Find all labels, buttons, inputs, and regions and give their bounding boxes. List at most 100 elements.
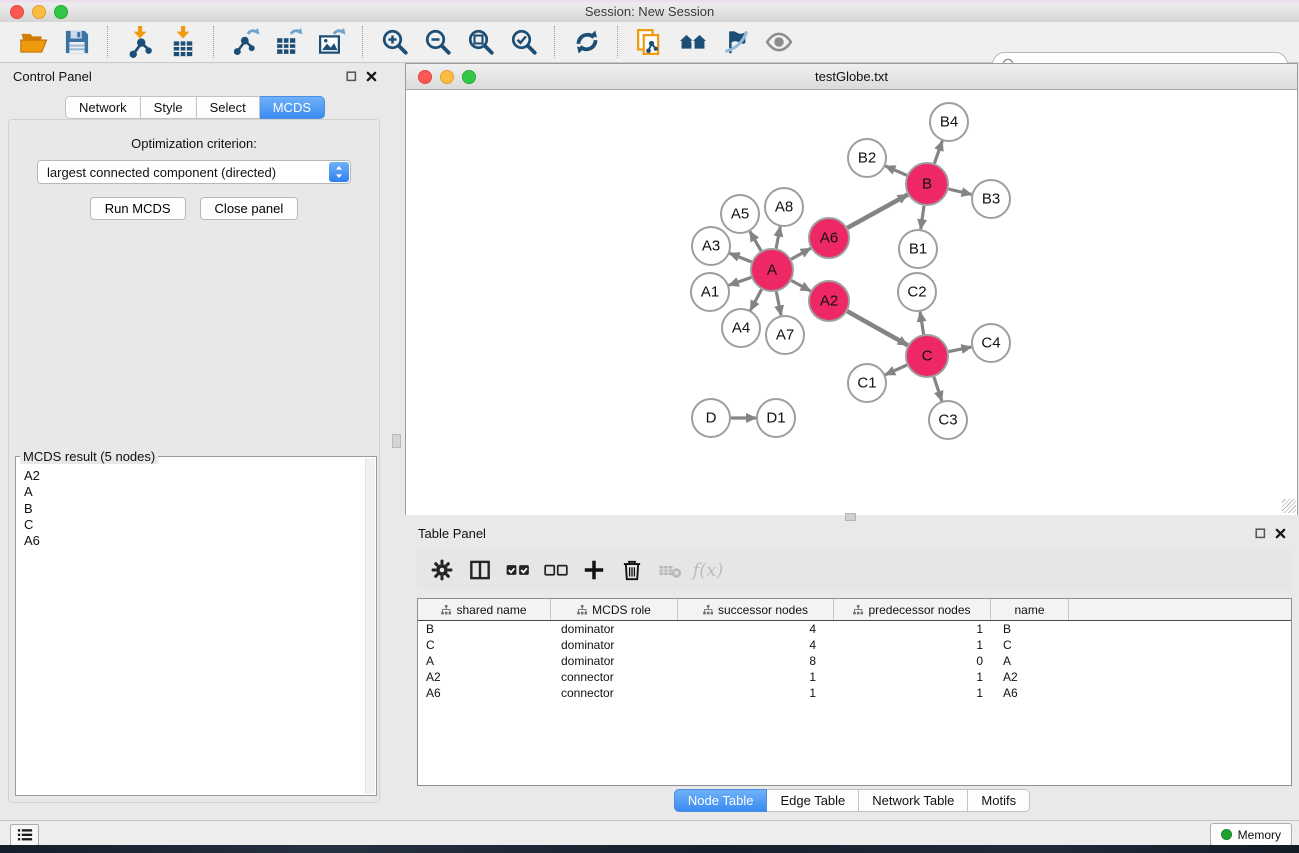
- close-traffic-light[interactable]: [10, 5, 24, 19]
- edge-A-A6[interactable]: [791, 248, 811, 259]
- double-home-icon[interactable]: [671, 24, 714, 60]
- edge-A-A4[interactable]: [750, 289, 761, 310]
- network-window-titlebar[interactable]: testGlobe.txt: [406, 64, 1297, 90]
- vertical-split-handle[interactable]: [392, 434, 401, 448]
- column-header-MCDS-role[interactable]: MCDS role: [551, 599, 678, 620]
- export-network-icon[interactable]: [224, 24, 267, 60]
- column-header-successor-nodes[interactable]: successor nodes: [678, 599, 834, 620]
- graph-node-B3[interactable]: B3: [972, 180, 1010, 218]
- unchecked-boxes-icon[interactable]: [537, 553, 575, 587]
- graph-node-A8[interactable]: A8: [765, 188, 803, 226]
- close-panel-icon[interactable]: [1275, 528, 1286, 539]
- save-disk-icon[interactable]: [55, 24, 98, 60]
- open-folder-icon[interactable]: [12, 24, 55, 60]
- resize-grip[interactable]: [1282, 499, 1296, 513]
- tab-select[interactable]: Select: [197, 96, 260, 119]
- result-list-item[interactable]: A2: [24, 468, 376, 484]
- export-table-icon[interactable]: [267, 24, 310, 60]
- minimize-traffic-light[interactable]: [440, 70, 454, 84]
- eye-icon[interactable]: [757, 24, 800, 60]
- memory-button[interactable]: Memory: [1210, 823, 1292, 846]
- result-list-item[interactable]: C: [24, 517, 376, 533]
- edge-A-A8[interactable]: [776, 227, 780, 249]
- import-table-icon[interactable]: [161, 24, 204, 60]
- copy-network-icon[interactable]: [628, 24, 671, 60]
- graph-node-A5[interactable]: A5: [721, 195, 759, 233]
- run-mcds-button[interactable]: Run MCDS: [90, 197, 186, 220]
- refresh-icon[interactable]: [565, 24, 608, 60]
- edge-A-A2[interactable]: [791, 281, 810, 292]
- graph-node-A3[interactable]: A3: [692, 227, 730, 265]
- graph-node-A6[interactable]: A6: [809, 218, 849, 258]
- edge-A-A7[interactable]: [776, 292, 781, 316]
- graph-node-B4[interactable]: B4: [930, 103, 968, 141]
- zoom-out-icon[interactable]: [416, 24, 459, 60]
- columns-icon[interactable]: [461, 553, 499, 587]
- close-panel-button[interactable]: Close panel: [200, 197, 299, 220]
- checked-boxes-icon[interactable]: [499, 553, 537, 587]
- tab-node-table[interactable]: Node Table: [674, 789, 768, 812]
- edge-B-B1[interactable]: [921, 206, 924, 229]
- export-image-icon[interactable]: [310, 24, 353, 60]
- horizontal-split-handle[interactable]: [845, 513, 856, 521]
- edge-A6-B[interactable]: [847, 195, 907, 228]
- table-row[interactable]: Bdominator41B: [418, 621, 1291, 637]
- edge-B-B2[interactable]: [885, 166, 906, 175]
- import-network-icon[interactable]: [118, 24, 161, 60]
- graph-node-A2[interactable]: A2: [809, 281, 849, 321]
- tab-style[interactable]: Style: [141, 96, 197, 119]
- graph-node-A1[interactable]: A1: [691, 273, 729, 311]
- float-panel-icon[interactable]: [346, 71, 357, 82]
- minimize-traffic-light[interactable]: [32, 5, 46, 19]
- edge-A-A5[interactable]: [750, 231, 761, 251]
- table-row[interactable]: A6connector11A6: [418, 685, 1291, 701]
- edge-A-A3[interactable]: [730, 253, 752, 262]
- edge-C-C3[interactable]: [934, 377, 942, 401]
- table-row[interactable]: Adominator80A: [418, 653, 1291, 669]
- graph-node-A4[interactable]: A4: [722, 309, 760, 347]
- graph-node-A[interactable]: A: [751, 249, 793, 291]
- graph-node-C3[interactable]: C3: [929, 401, 967, 439]
- edge-A2-C[interactable]: [847, 311, 908, 345]
- tab-mcds[interactable]: MCDS: [260, 96, 325, 119]
- edge-B-B3[interactable]: [948, 189, 971, 194]
- table-row[interactable]: Cdominator41C: [418, 637, 1291, 653]
- tab-motifs[interactable]: Motifs: [968, 789, 1030, 812]
- result-list-item[interactable]: A: [24, 484, 376, 500]
- zoom-traffic-light[interactable]: [462, 70, 476, 84]
- edge-C-C4[interactable]: [949, 347, 972, 352]
- edge-C-C2[interactable]: [920, 312, 924, 335]
- graph-node-B[interactable]: B: [906, 163, 948, 205]
- edge-C-C1[interactable]: [885, 365, 907, 375]
- zoom-check-icon[interactable]: [502, 24, 545, 60]
- close-panel-icon[interactable]: [366, 71, 377, 82]
- zoom-in-icon[interactable]: [373, 24, 416, 60]
- zoom-fit-icon[interactable]: [459, 24, 502, 60]
- close-traffic-light[interactable]: [418, 70, 432, 84]
- graph-node-C2[interactable]: C2: [898, 273, 936, 311]
- tab-edge-table[interactable]: Edge Table: [767, 789, 859, 812]
- result-list-item[interactable]: A6: [24, 533, 376, 549]
- result-list-item[interactable]: B: [24, 501, 376, 517]
- tab-network-table[interactable]: Network Table: [859, 789, 968, 812]
- task-history-button[interactable]: [10, 824, 39, 846]
- float-panel-icon[interactable]: [1255, 528, 1266, 539]
- graph-node-C[interactable]: C: [906, 335, 948, 377]
- flag-slash-icon[interactable]: [714, 24, 757, 60]
- graph-node-A7[interactable]: A7: [766, 316, 804, 354]
- criterion-select[interactable]: largest connected component (directed): [37, 160, 351, 184]
- graph-node-C4[interactable]: C4: [972, 324, 1010, 362]
- network-canvas[interactable]: A B C A2 A6 A1 A3 A4 A5 A7 A8 B1 B2 B3 B…: [406, 90, 1297, 515]
- result-scrollbar[interactable]: [365, 458, 375, 794]
- graph-node-C1[interactable]: C1: [848, 364, 886, 402]
- graph-node-B1[interactable]: B1: [899, 230, 937, 268]
- gear-icon[interactable]: [423, 553, 461, 587]
- plus-icon[interactable]: [575, 553, 613, 587]
- graph-node-D1[interactable]: D1: [757, 399, 795, 437]
- column-header-predecessor-nodes[interactable]: predecessor nodes: [834, 599, 991, 620]
- graph-node-D[interactable]: D: [692, 399, 730, 437]
- tab-network[interactable]: Network: [65, 96, 141, 119]
- edge-B-B4[interactable]: [934, 141, 942, 164]
- column-header-shared-name[interactable]: shared name: [418, 599, 551, 620]
- zoom-traffic-light[interactable]: [54, 5, 68, 19]
